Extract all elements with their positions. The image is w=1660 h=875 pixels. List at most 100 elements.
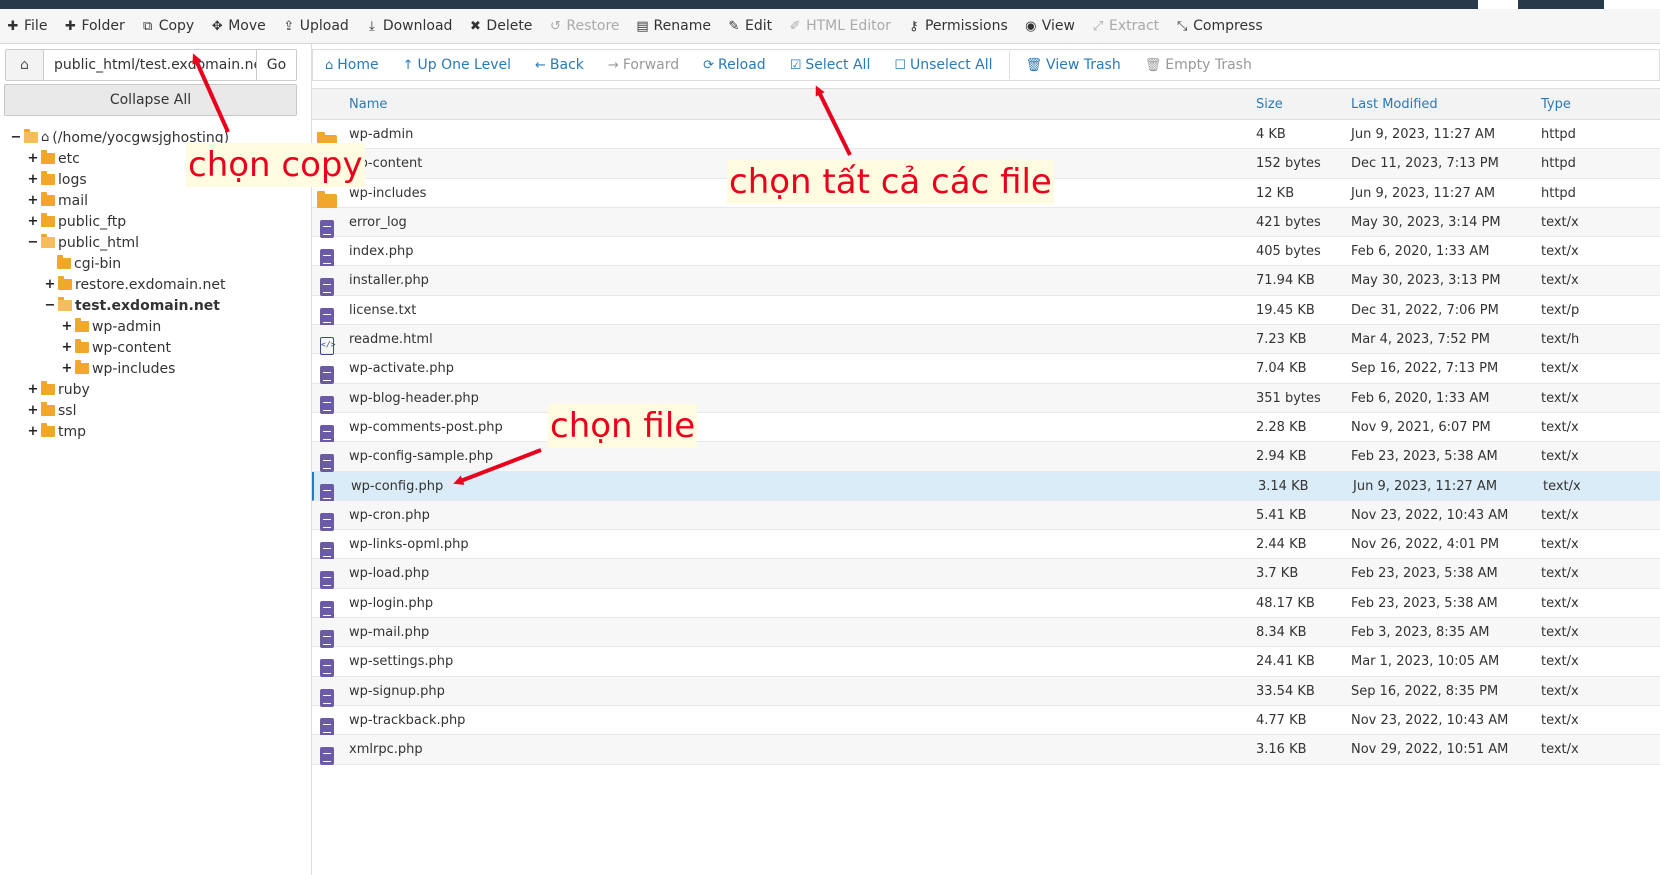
table-row[interactable]: installer.php 71.94 KB May 30, 2023, 3:13 … bbox=[312, 266, 1660, 297]
collapse-toggle[interactable]: − bbox=[10, 130, 22, 145]
tree-node-tmp[interactable]: + tmp bbox=[10, 421, 229, 442]
expand-toggle[interactable]: + bbox=[27, 382, 39, 397]
expand-toggle[interactable]: + bbox=[44, 277, 56, 292]
extract-button[interactable]: ⤢ Extract bbox=[1091, 18, 1159, 34]
expand-toggle[interactable]: + bbox=[27, 172, 39, 187]
copy-icon: ⧉ bbox=[143, 18, 153, 34]
tree-node-wp-content[interactable]: + wp-content bbox=[10, 337, 229, 358]
select-all-button[interactable]: ☑ Select All bbox=[790, 57, 871, 73]
file-modified: Dec 11, 2023, 7:13 PM bbox=[1351, 156, 1499, 172]
forward-button[interactable]: → Forward bbox=[608, 57, 679, 73]
expand-toggle[interactable]: + bbox=[27, 193, 39, 208]
table-row[interactable]: wp-settings.php 24.41 KB Mar 1, 2023, 10:0… bbox=[312, 647, 1660, 678]
table-row[interactable]: wp-comments-post.php 2.28 KB Nov 9, 2021, … bbox=[312, 413, 1660, 443]
file-type: text/x bbox=[1541, 419, 1579, 435]
column-name-header[interactable]: Name bbox=[349, 97, 387, 112]
compress-button[interactable]: ⤡ Compress bbox=[1175, 18, 1263, 34]
table-row[interactable]: </> readme.html 7.23 KB Mar 4, 2023, 7:52 P… bbox=[312, 325, 1660, 356]
collapse-toggle[interactable]: − bbox=[27, 235, 39, 250]
reload-button[interactable]: ⟳ Reload bbox=[703, 57, 766, 73]
move-icon: ✥ bbox=[211, 18, 223, 34]
edit-button[interactable]: ✎ Edit bbox=[727, 18, 773, 34]
upload-icon: ⇪ bbox=[283, 18, 295, 34]
table-row[interactable]: wp-mail.php 8.34 KB Feb 3, 2023, 8:35 AM te… bbox=[312, 618, 1660, 649]
column-type-header[interactable]: Type bbox=[1541, 97, 1571, 112]
delete-button[interactable]: ✖ Delete bbox=[468, 18, 532, 34]
download-button[interactable]: ⤓ Download bbox=[365, 18, 452, 34]
home-icon[interactable]: ⌂ bbox=[6, 50, 44, 80]
expand-toggle[interactable]: + bbox=[27, 214, 39, 229]
file-modified: Feb 23, 2023, 5:38 AM bbox=[1351, 449, 1498, 465]
rename-icon: ▤ bbox=[636, 18, 649, 34]
collapse-all-button[interactable]: Collapse All bbox=[4, 84, 297, 116]
upload-button[interactable]: ⇪ Upload bbox=[282, 18, 349, 34]
tree-node-wp-admin[interactable]: + wp-admin bbox=[10, 316, 229, 337]
home-button[interactable]: ⌂ Home bbox=[325, 57, 379, 73]
expand-toggle[interactable]: + bbox=[27, 424, 39, 439]
move-button[interactable]: ✥ Move bbox=[210, 18, 266, 34]
file-modified: Nov 23, 2022, 10:43 AM bbox=[1351, 507, 1509, 523]
file-modified: Feb 23, 2023, 5:38 AM bbox=[1351, 595, 1498, 611]
empty-trash-button[interactable]: 🗑 Empty Trash bbox=[1145, 57, 1252, 73]
column-size-header[interactable]: Size bbox=[1256, 97, 1283, 112]
table-row[interactable]: wp-load.php 3.7 KB Feb 23, 2023, 5:38 AM te… bbox=[312, 559, 1660, 590]
folder-icon bbox=[75, 339, 89, 353]
tree-node-public-html[interactable]: − public_html bbox=[10, 232, 229, 253]
view-button[interactable]: ◉ View bbox=[1024, 18, 1075, 34]
expand-toggle[interactable]: + bbox=[61, 340, 73, 355]
folder-icon bbox=[41, 423, 55, 437]
file-modified: Nov 26, 2022, 4:01 PM bbox=[1351, 537, 1500, 553]
nav-divider bbox=[1008, 51, 1010, 79]
table-row[interactable]: index.php 405 bytes Feb 6, 2020, 1:33 AM te… bbox=[312, 237, 1660, 268]
path-input[interactable] bbox=[44, 50, 256, 80]
tree-node-restore[interactable]: + restore.exdomain.net bbox=[10, 274, 229, 295]
table-row[interactable]: wp-signup.php 33.54 KB Sep 16, 2022, 8:35 … bbox=[312, 676, 1660, 707]
tree-node-test[interactable]: − test.exdomain.net bbox=[10, 295, 229, 316]
table-row[interactable]: wp-login.php 48.17 KB Feb 23, 2023, 5:38 A… bbox=[312, 589, 1660, 619]
view-trash-button[interactable]: 🗑 View Trash bbox=[1026, 57, 1121, 73]
new-folder-button[interactable]: ✚ Folder bbox=[63, 18, 125, 34]
rename-button[interactable]: ▤ Rename bbox=[636, 18, 711, 34]
column-modified-header[interactable]: Last Modified bbox=[1351, 97, 1438, 112]
file-type: text/x bbox=[1541, 214, 1579, 230]
expand-toggle[interactable]: + bbox=[61, 319, 73, 334]
table-row[interactable]: wp-config-sample.php 2.94 KB Feb 23, 2023,… bbox=[312, 442, 1660, 473]
table-row[interactable]: wp-config.php 3.14 KB Jun 9, 2023, 11:27 A… bbox=[312, 471, 1660, 502]
go-button[interactable]: Go bbox=[256, 50, 296, 80]
tree-node-mail[interactable]: + mail bbox=[10, 190, 229, 211]
tree-node-wp-includes[interactable]: + wp-includes bbox=[10, 358, 229, 379]
file-name: wp-signup.php bbox=[349, 683, 445, 699]
tree-node-cgi-bin[interactable]: cgi-bin bbox=[10, 253, 229, 274]
table-row[interactable]: wp-admin 4 KB Jun 9, 2023, 11:27 AM httpd bbox=[312, 120, 1660, 150]
back-button[interactable]: ← Back bbox=[535, 57, 584, 73]
expand-toggle[interactable]: + bbox=[27, 403, 39, 418]
expand-toggle[interactable]: + bbox=[27, 151, 39, 166]
new-file-button[interactable]: ✚ File bbox=[6, 18, 48, 34]
tree-node-ruby[interactable]: + ruby bbox=[10, 379, 229, 400]
tree-node-ssl[interactable]: + ssl bbox=[10, 400, 229, 421]
forward-label: Forward bbox=[622, 57, 680, 73]
table-row[interactable]: wp-trackback.php 4.77 KB Nov 23, 2022, 10:… bbox=[312, 706, 1660, 736]
permissions-button[interactable]: ⚷ Permissions bbox=[907, 18, 1008, 34]
unselect-all-button[interactable]: ☐ Unselect All bbox=[894, 57, 992, 73]
file-modified: Feb 23, 2023, 5:38 AM bbox=[1351, 566, 1498, 582]
file-size: 71.94 KB bbox=[1256, 273, 1315, 289]
restore-button[interactable]: ↺ Restore bbox=[548, 18, 620, 34]
table-row[interactable]: xmlrpc.php 3.16 KB Nov 29, 2022, 10:51 AM t… bbox=[312, 735, 1660, 766]
table-row[interactable]: wp-blog-header.php 351 bytes Feb 6, 2020, … bbox=[312, 383, 1660, 414]
table-row[interactable]: license.txt 19.45 KB Dec 31, 2022, 7:06 PM… bbox=[312, 296, 1660, 326]
extract-label: Extract bbox=[1108, 18, 1160, 34]
table-row[interactable]: wp-links-opml.php 2.44 KB Nov 26, 2022, 4:… bbox=[312, 530, 1660, 561]
expand-toggle[interactable]: + bbox=[61, 361, 73, 376]
table-row[interactable]: wp-cron.php 5.41 KB Nov 23, 2022, 10:43 AM… bbox=[312, 500, 1660, 531]
collapse-toggle[interactable]: − bbox=[44, 298, 56, 313]
up-one-level-button[interactable]: ↑ Up One Level bbox=[403, 57, 511, 73]
copy-button[interactable]: ⧉ Copy bbox=[141, 18, 195, 34]
copy-label: Copy bbox=[158, 18, 195, 34]
table-row[interactable]: wp-activate.php 7.04 KB Sep 16, 2022, 7:13… bbox=[312, 354, 1660, 385]
tree-node-public-ftp[interactable]: + public_ftp bbox=[10, 211, 229, 232]
top-strip-gap bbox=[1604, 0, 1660, 9]
html-editor-button[interactable]: ✐ HTML Editor bbox=[788, 18, 891, 34]
file-modified: Feb 6, 2020, 1:33 AM bbox=[1351, 390, 1490, 406]
table-row[interactable]: error_log 421 bytes May 30, 2023, 3:14 PM t… bbox=[312, 207, 1660, 238]
